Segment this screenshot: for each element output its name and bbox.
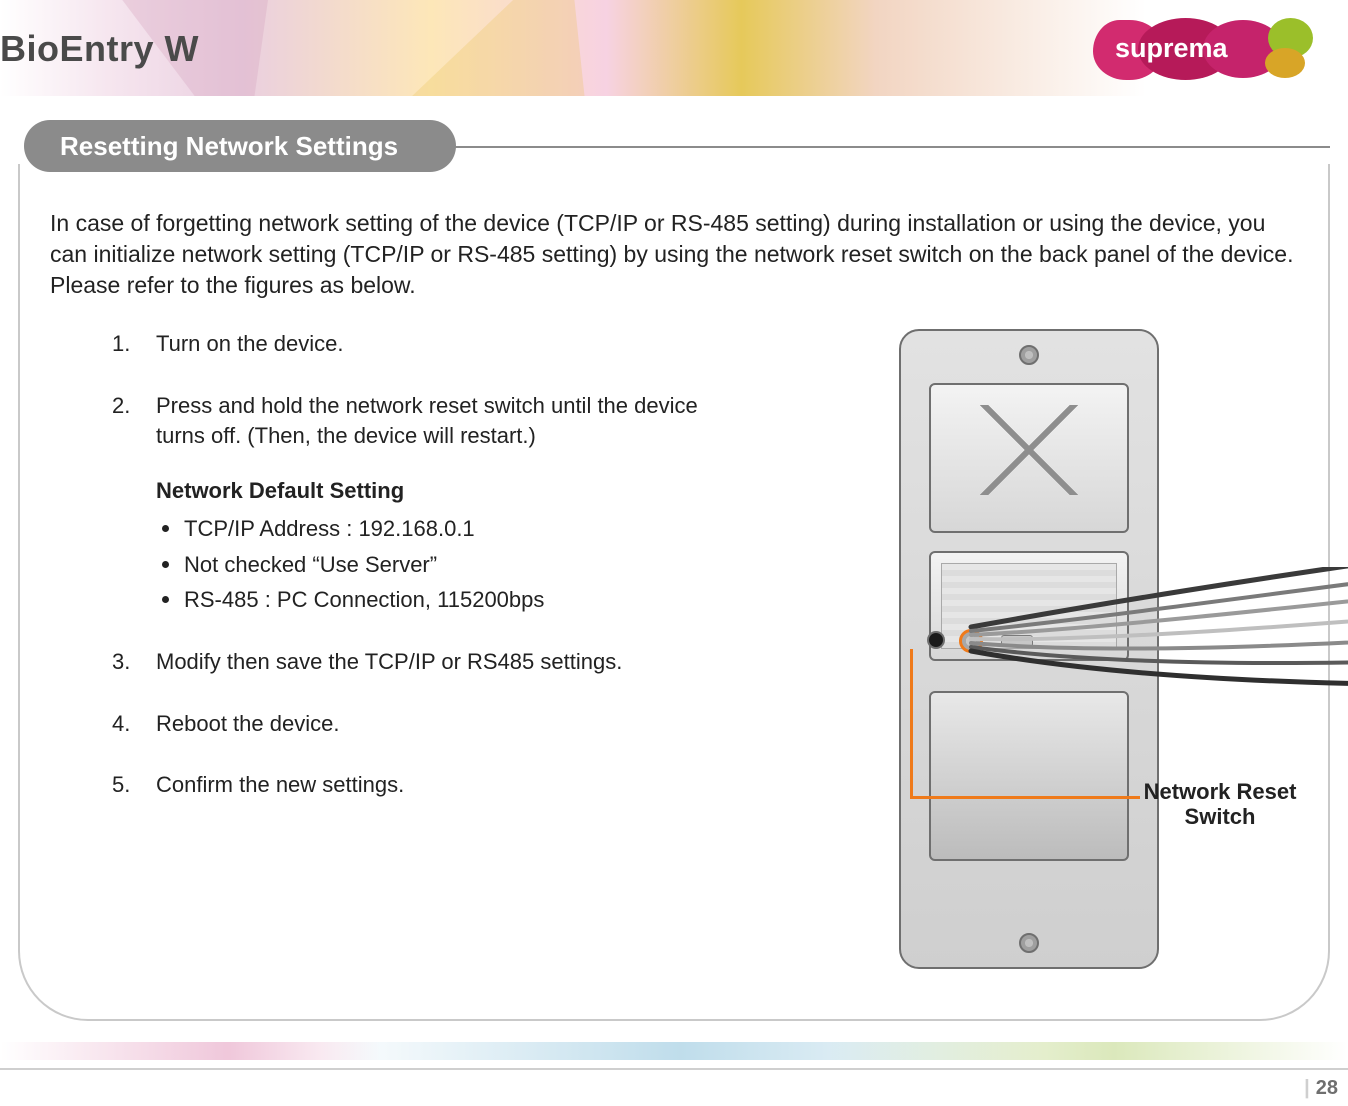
step-4: Reboot the device.: [112, 709, 730, 739]
step-2-text: Press and hold the network reset switch …: [156, 393, 698, 448]
content-card: In case of forgetting network setting of…: [18, 164, 1330, 1021]
step-4-text: Reboot the device.: [156, 711, 339, 736]
chevron-icon: [964, 405, 1094, 495]
footer-stripe: [0, 1036, 1348, 1068]
step-1-text: Turn on the device.: [156, 331, 344, 356]
default-setting-3: RS-485 : PC Connection, 115200bps: [156, 585, 730, 615]
product-title: BioEntry W: [0, 28, 199, 70]
figure-callout-label: Network Reset Switch: [1130, 779, 1310, 830]
screw-hole-icon: [1019, 345, 1039, 365]
figure-column: Network Reset Switch: [760, 329, 1298, 969]
brand-logo: suprema: [1093, 18, 1308, 78]
defaults-heading: Network Default Setting: [156, 476, 730, 506]
intro-paragraph: In case of forgetting network setting of…: [50, 208, 1298, 301]
screw-hole-icon: [1019, 933, 1039, 953]
footer: |28: [0, 1036, 1348, 1106]
callout-line: [910, 649, 1140, 799]
slot-icon: [1001, 635, 1033, 647]
step-3: Modify then save the TCP/IP or RS485 set…: [112, 647, 730, 677]
step-5: Confirm the new settings.: [112, 770, 730, 800]
step-2: Press and hold the network reset switch …: [112, 391, 730, 615]
step-1: Turn on the device.: [112, 329, 730, 359]
default-setting-2: Not checked “Use Server”: [156, 550, 730, 580]
step-5-text: Confirm the new settings.: [156, 772, 404, 797]
step-3-text: Modify then save the TCP/IP or RS485 set…: [156, 649, 622, 674]
header-banner: BioEntry W suprema: [0, 0, 1348, 96]
page-number: |28: [1304, 1077, 1338, 1100]
brand-logo-text: suprema: [1115, 33, 1228, 64]
section-rule: [430, 146, 1330, 148]
default-setting-1: TCP/IP Address : 192.168.0.1: [156, 514, 730, 544]
instructions-column: Turn on the device. Press and hold the n…: [50, 329, 730, 969]
